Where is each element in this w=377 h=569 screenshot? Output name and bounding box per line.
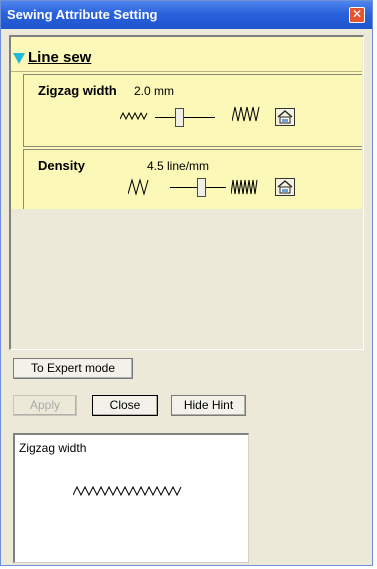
- zigzag-preview-icon: [73, 485, 182, 497]
- close-icon: ✕: [351, 7, 363, 21]
- zigzag-slider-thumb[interactable]: [175, 108, 184, 127]
- density-group: Density 4.5 line/mm: [23, 149, 362, 209]
- zigzag-width-group: Zigzag width 2.0 mm: [23, 74, 362, 147]
- hint-title: Zigzag width: [19, 441, 87, 455]
- density-reset-button[interactable]: [275, 178, 295, 196]
- section-divider: [11, 71, 362, 72]
- density-label: Density: [38, 158, 85, 173]
- hide-hint-button[interactable]: Hide Hint: [171, 395, 246, 416]
- title-bar[interactable]: Sewing Attribute Setting ✕: [1, 1, 372, 29]
- hint-box: Zigzag width: [13, 433, 249, 563]
- low-density-icon: [128, 178, 149, 196]
- close-button[interactable]: Close: [92, 395, 158, 416]
- to-expert-mode-button[interactable]: To Expert mode: [13, 358, 133, 379]
- high-density-icon: [231, 179, 258, 195]
- narrow-zigzag-icon: [120, 111, 148, 121]
- zigzag-slider-track[interactable]: [155, 117, 215, 118]
- line-sew-section: Line sew Zigzag width 2.0 mm Density 4.5…: [11, 37, 362, 209]
- reset-default-icon: [277, 180, 293, 194]
- wide-zigzag-icon: [232, 106, 260, 122]
- attribute-panel: Line sew Zigzag width 2.0 mm Density 4.5…: [9, 35, 364, 350]
- apply-button[interactable]: Apply: [13, 395, 77, 416]
- close-window-button[interactable]: ✕: [349, 7, 365, 23]
- density-slider-thumb[interactable]: [196, 178, 206, 197]
- reset-default-icon: [277, 110, 293, 124]
- window-title: Sewing Attribute Setting: [7, 7, 158, 22]
- sewing-attribute-window: Sewing Attribute Setting ✕ Line sew Zigz…: [0, 0, 373, 566]
- density-value: 4.5 line/mm: [147, 159, 210, 173]
- zigzag-width-label: Zigzag width: [38, 83, 117, 98]
- triangle-down-icon[interactable]: [13, 53, 25, 64]
- zigzag-reset-button[interactable]: [275, 108, 295, 126]
- section-title[interactable]: Line sew: [28, 49, 91, 66]
- zigzag-width-value: 2.0 mm: [134, 84, 175, 98]
